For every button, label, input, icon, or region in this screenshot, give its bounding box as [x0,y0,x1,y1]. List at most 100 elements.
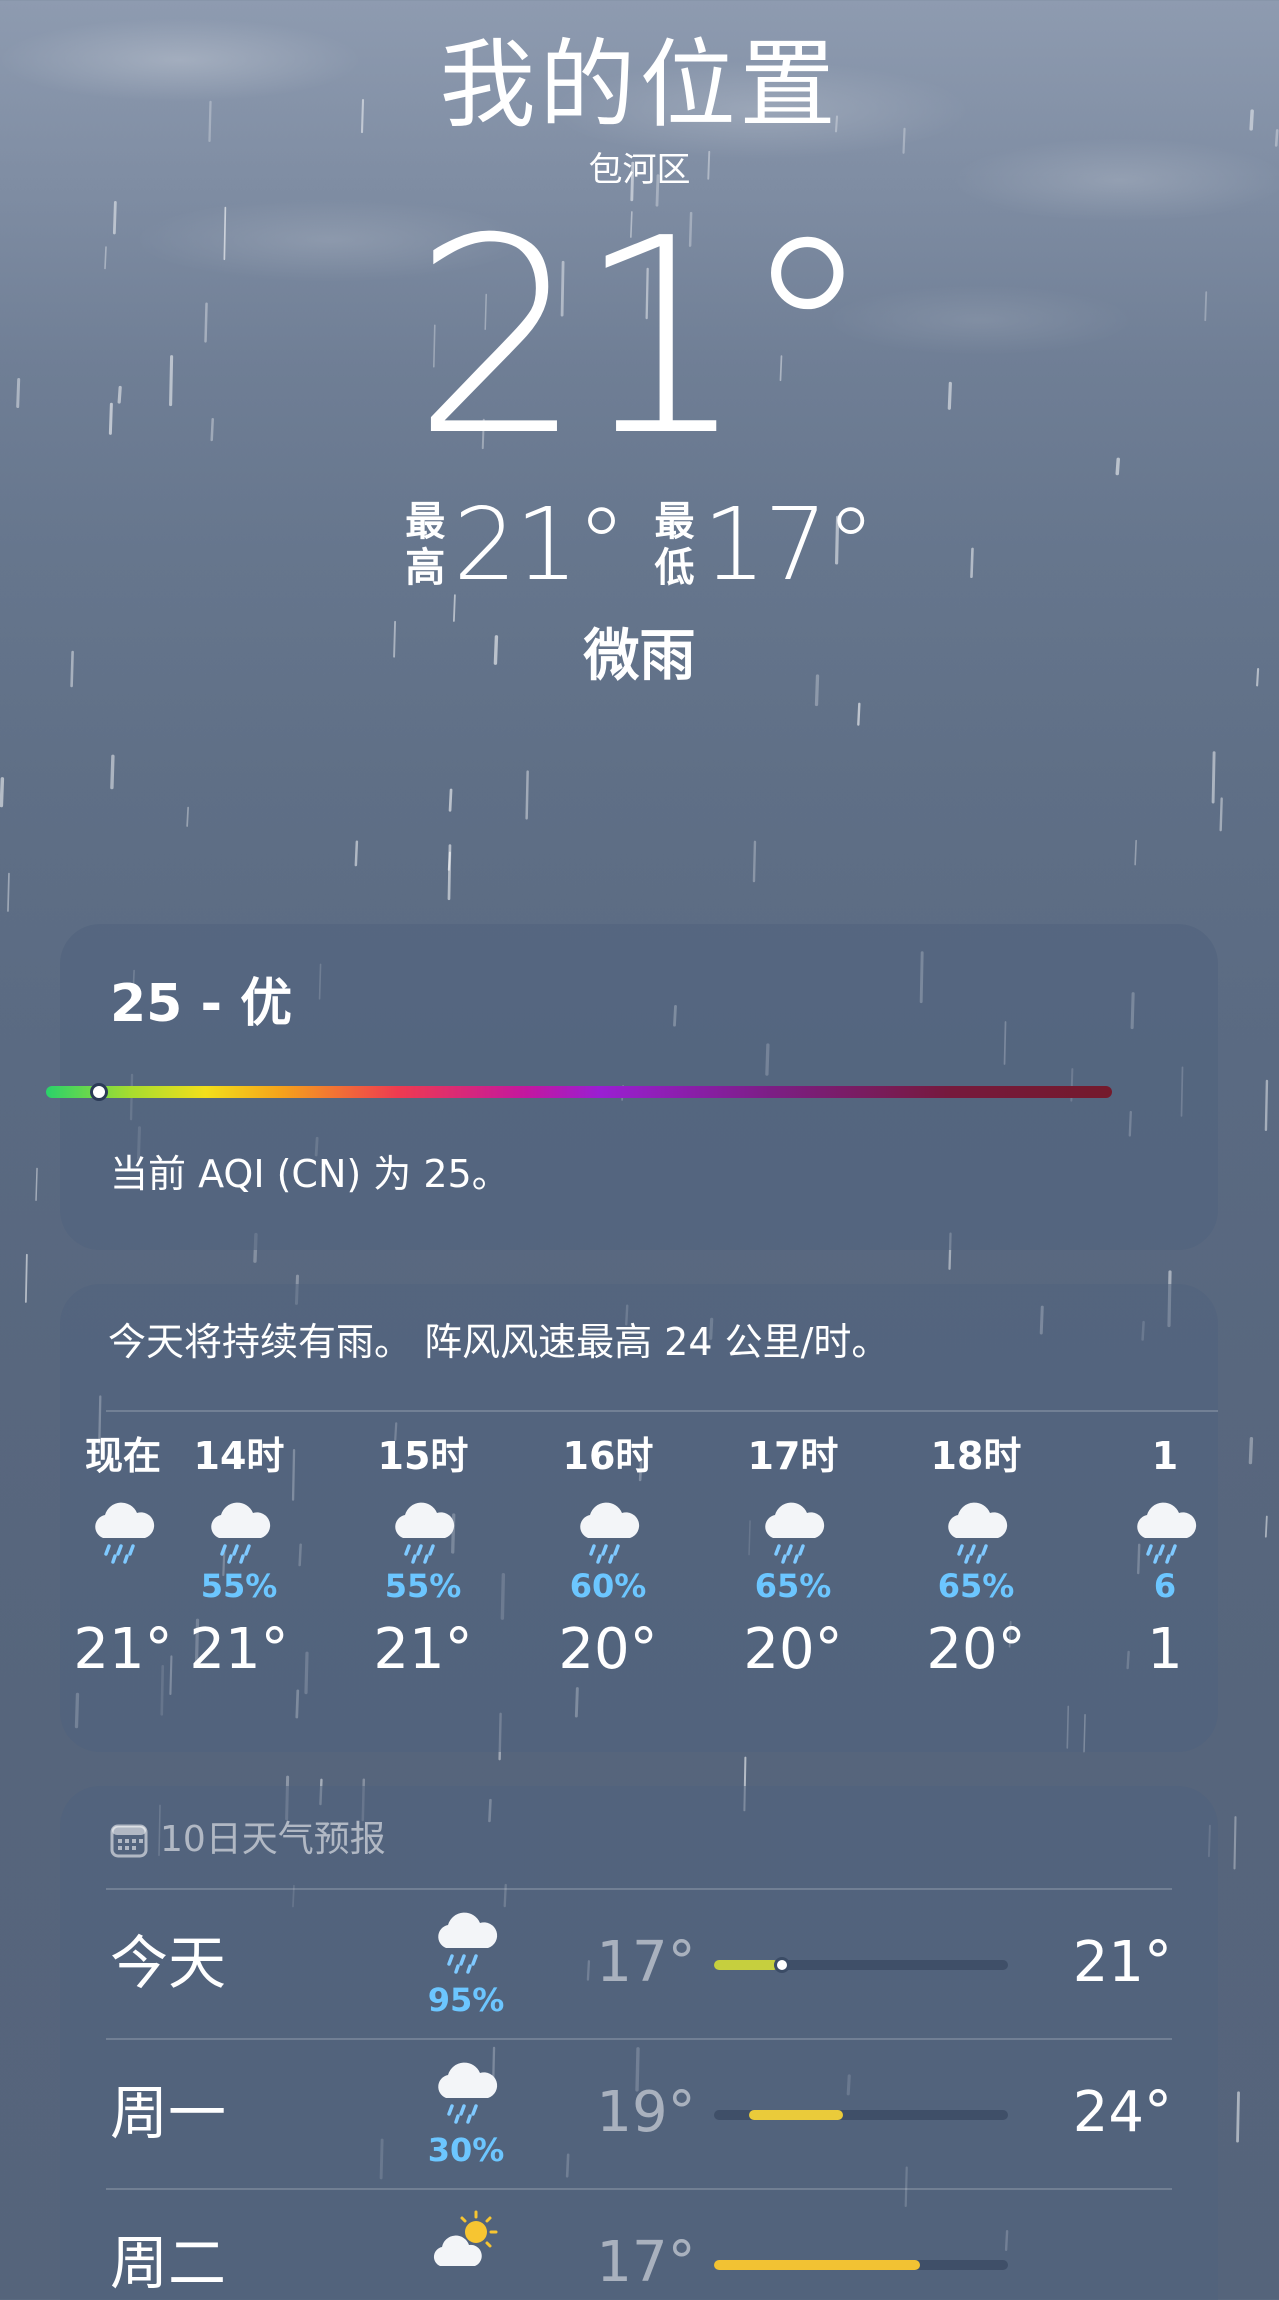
rain-streak [7,872,10,912]
cloud-rain-icon [580,1502,640,1564]
location-title: 我的位置 [439,29,840,141]
temp-range-track [714,1957,1008,1973]
cloud-rain-icon [438,2062,498,2124]
day-precip-chance: 95% [427,1981,505,2019]
rain-streak [110,754,115,790]
ten-day-forecast-card[interactable]: 10日天气预报 今天 95% 17° 21° 周一 30% 19° 24° 周二 17° [60,1786,1218,2300]
hour-column: 1 6 1 [1090,1434,1218,1682]
current-temp-marker [773,1957,790,1973]
hour-label: 17时 [747,1434,839,1478]
high-temp-block: 最 高 21° [405,486,626,603]
rain-streak [857,702,861,726]
rain-streak [1236,2091,1240,2143]
day-name: 今天 [110,1929,227,1997]
hour-icon-wrap [533,1498,683,1568]
hour-icon-wrap [348,1498,498,1568]
temp-range-fill [714,2260,920,2270]
current-temperature: 21° [412,180,875,495]
hour-precip-chance: 65% [937,1567,1015,1605]
hour-temp: 1 [1147,1617,1183,1682]
cloud-rain-icon [95,1502,155,1564]
rain-streak [0,777,5,808]
hour-precip-chance: 55% [384,1567,462,1605]
hour-label: 14时 [193,1434,285,1478]
hourly-divider [106,1410,1218,1412]
rain-streak [525,770,529,820]
forecast-day-row[interactable]: 周一 30% 19° 24° [106,2040,1172,2190]
hour-temp: 20° [558,1617,658,1682]
day-name: 周二 [110,2229,227,2297]
temp-range-track [714,2110,1008,2120]
high-label: 最 高 [405,499,445,591]
hour-icon-wrap [901,1498,1051,1568]
hour-icon-wrap [1090,1498,1218,1568]
cloud-rain-icon [1137,1502,1197,1564]
temp-range-fill [749,2110,844,2120]
hour-temp: 20° [743,1617,843,1682]
hour-column: 14时 55% 21° [164,1434,314,1682]
low-label-char-2: 低 [654,545,695,591]
temp-range-fill [714,1960,779,1970]
day-high-temp: 21° [1072,1930,1172,1995]
low-temp-value: 17° [702,486,876,603]
high-temp-value: 21° [453,486,626,603]
temp-range-track [714,2260,1008,2270]
cloud-rain-icon [948,1502,1008,1564]
rain-streak [1219,797,1223,832]
hour-precip-chance: 65% [754,1567,832,1605]
cloud-rain-icon [395,1502,455,1564]
hour-column: 16时 60% 20° [533,1434,683,1682]
rain-streak [24,1253,28,1303]
hour-column: 18时 65% 20° [901,1434,1051,1682]
hour-precip-chance: 60% [569,1567,647,1605]
rain-streak [1264,1515,1268,1538]
hour-temp: 20° [926,1617,1026,1682]
rain-streak [1248,1436,1254,1465]
hour-icon-wrap [718,1498,868,1568]
rain-streak [1211,751,1216,804]
low-temp-block: 最 低 17° [655,486,876,603]
hour-label: 15时 [377,1434,469,1478]
rain-streak [752,840,757,883]
rain-streak [1264,1079,1269,1132]
rain-streak [448,788,453,812]
rain-streak [1233,1816,1237,1870]
day-low-temp: 17° [596,1930,696,1995]
rain-streak [1134,839,1137,866]
low-label: 最 低 [655,499,695,591]
low-label-char-1: 最 [654,499,695,545]
high-label-char-2: 高 [405,545,446,591]
rain-streak [186,806,189,827]
cloud-rain-icon [438,1912,498,1974]
day-icon-wrap [406,2208,526,2282]
sun-cloud-icon [433,2210,498,2266]
hour-precip-chance: 55% [200,1567,278,1605]
aqi-scale-bar [46,1083,1112,1101]
forecast-day-row[interactable]: 今天 95% 17° 21° [106,1890,1172,2040]
day-low-temp: 19° [596,2080,696,2145]
hour-label: 16时 [562,1434,654,1478]
forecast-title: 10日天气预报 [160,1819,386,1860]
calendar-icon [110,1824,148,1858]
day-name: 周一 [110,2079,227,2147]
hour-label: 18时 [930,1434,1022,1478]
forecast-day-row[interactable]: 周二 17° [106,2190,1172,2300]
high-low-temps: 最 高 21° 最 低 17° [0,490,1279,600]
aqi-value: 25 - 优 [110,974,293,1034]
day-low-temp: 17° [596,2230,696,2295]
forecast-header: 10日天气预报 [110,1818,386,1862]
high-label-char-1: 最 [405,499,446,545]
day-high-temp: 24° [1072,2080,1172,2145]
hourly-forecast-card[interactable]: 今天将持续有雨。 阵风风速最高 24 公里/时。 现在 21° 14时 55% 21° 1… [60,1284,1218,1752]
day-icon-wrap: 30% [406,2058,526,2168]
cloud-rain-icon [765,1502,825,1564]
hour-precip-chance: 6 [1153,1567,1177,1605]
aqi-description: 当前 AQI (CN) 为 25。 [110,1152,510,1196]
rain-streak [354,840,359,867]
hour-column: 17时 65% 20° [718,1434,868,1682]
hour-column: 15时 55% 21° [348,1434,498,1682]
weather-condition: 微雨 [583,624,696,689]
hour-icon-wrap [164,1498,314,1568]
cloud-rain-icon [211,1502,271,1564]
day-icon-wrap: 95% [406,1908,526,2018]
